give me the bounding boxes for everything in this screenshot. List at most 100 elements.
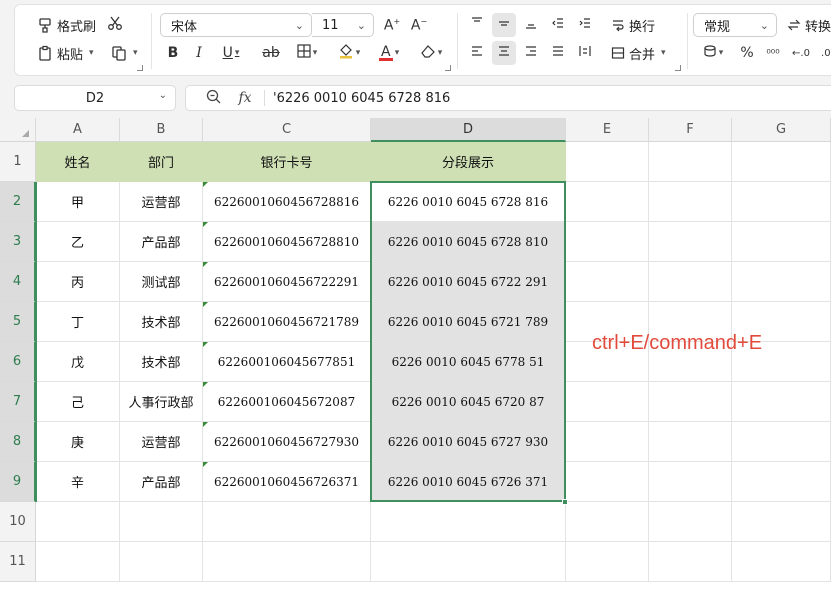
- fx-icon[interactable]: fx: [234, 90, 256, 106]
- wrap-text-button[interactable]: 换行: [607, 13, 659, 37]
- cell-b2[interactable]: 运营部: [120, 182, 203, 222]
- cell-c5[interactable]: 6226001060456721789: [203, 302, 371, 342]
- cell-f2[interactable]: [649, 182, 732, 222]
- cell-g9[interactable]: [732, 462, 831, 502]
- cell-d5[interactable]: 6226 0010 6045 6721 789: [371, 302, 566, 342]
- row-header-2[interactable]: 2: [0, 182, 36, 222]
- cell-c7[interactable]: 622600106045672087: [203, 382, 371, 422]
- increase-decimal-button[interactable]: ←.0: [789, 41, 813, 65]
- justify-button[interactable]: [546, 41, 570, 65]
- cell-c2[interactable]: 6226001060456728816: [203, 182, 371, 222]
- decrease-indent-button[interactable]: [546, 13, 570, 37]
- cell-e7[interactable]: [566, 382, 649, 422]
- cell-a11[interactable]: [36, 542, 120, 582]
- cell-a9[interactable]: 辛: [36, 462, 120, 502]
- fill-handle[interactable]: [562, 499, 568, 505]
- cell-e4[interactable]: [566, 262, 649, 302]
- increase-font-button[interactable]: A+: [380, 13, 404, 37]
- cell-b1[interactable]: 部门: [120, 142, 203, 182]
- cell-f1[interactable]: [649, 142, 732, 182]
- cell-b3[interactable]: 产品部: [120, 222, 203, 262]
- column-header-e[interactable]: E: [566, 118, 649, 142]
- cell-d11[interactable]: [371, 542, 566, 582]
- fill-color-button[interactable]: ▾: [331, 41, 367, 65]
- cell-e10[interactable]: [566, 502, 649, 542]
- cell-b5[interactable]: 技术部: [120, 302, 203, 342]
- strikethrough-button[interactable]: ab: [259, 41, 283, 65]
- copy-button[interactable]: ▾: [107, 41, 142, 65]
- select-all-corner[interactable]: [0, 118, 36, 142]
- underline-button[interactable]: U ▾: [219, 41, 243, 65]
- cell-g1[interactable]: [732, 142, 831, 182]
- align-center-button[interactable]: [492, 41, 516, 65]
- cell-d1[interactable]: 分段展示: [371, 142, 566, 182]
- merge-button[interactable]: 合并 ▾: [607, 41, 670, 65]
- cell-c4[interactable]: 6226001060456722291: [203, 262, 371, 302]
- cell-b10[interactable]: [120, 502, 203, 542]
- name-box[interactable]: D2 ⌄: [14, 85, 176, 111]
- cell-g4[interactable]: [732, 262, 831, 302]
- row-header-11[interactable]: 11: [0, 542, 36, 582]
- align-middle-button[interactable]: [492, 13, 516, 37]
- cell-d6[interactable]: 6226 0010 6045 6778 51: [371, 342, 566, 382]
- distribute-button[interactable]: [573, 41, 597, 65]
- cell-c11[interactable]: [203, 542, 371, 582]
- cell-g11[interactable]: [732, 542, 831, 582]
- cell-a1[interactable]: 姓名: [36, 142, 120, 182]
- cell-b11[interactable]: [120, 542, 203, 582]
- borders-button[interactable]: ▾: [289, 41, 325, 65]
- cell-d2[interactable]: 6226 0010 6045 6728 816: [371, 182, 566, 222]
- row-header-9[interactable]: 9: [0, 462, 36, 502]
- column-header-g[interactable]: G: [732, 118, 831, 142]
- cut-button[interactable]: [103, 13, 127, 37]
- column-header-d[interactable]: D: [371, 118, 566, 142]
- cell-a5[interactable]: 丁: [36, 302, 120, 342]
- cell-c1[interactable]: 银行卡号: [203, 142, 371, 182]
- cell-e9[interactable]: [566, 462, 649, 502]
- font-size-select[interactable]: 11 ⌄: [312, 13, 374, 37]
- alignment-dialog-launcher[interactable]: [675, 65, 681, 71]
- clear-format-button[interactable]: ▾: [413, 41, 449, 65]
- cell-a10[interactable]: [36, 502, 120, 542]
- column-header-c[interactable]: C: [203, 118, 371, 142]
- align-left-button[interactable]: [465, 41, 489, 65]
- font-color-button[interactable]: A ▾: [371, 41, 407, 65]
- align-right-button[interactable]: [519, 41, 543, 65]
- row-header-10[interactable]: 10: [0, 502, 36, 542]
- clipboard-dialog-launcher[interactable]: [137, 65, 143, 71]
- bold-button[interactable]: B: [161, 41, 185, 65]
- cell-a4[interactable]: 丙: [36, 262, 120, 302]
- cell-a2[interactable]: 甲: [36, 182, 120, 222]
- cell-a6[interactable]: 戊: [36, 342, 120, 382]
- cell-e2[interactable]: [566, 182, 649, 222]
- cell-d4[interactable]: 6226 0010 6045 6722 291: [371, 262, 566, 302]
- cell-g3[interactable]: [732, 222, 831, 262]
- formula-bar[interactable]: fx '6226 0010 6045 6728 816: [185, 85, 831, 111]
- increase-indent-button[interactable]: [573, 13, 597, 37]
- cell-g7[interactable]: [732, 382, 831, 422]
- cell-a8[interactable]: 庚: [36, 422, 120, 462]
- row-header-6[interactable]: 6: [0, 342, 36, 382]
- cell-f3[interactable]: [649, 222, 732, 262]
- column-header-b[interactable]: B: [120, 118, 203, 142]
- column-header-a[interactable]: A: [36, 118, 120, 142]
- cell-f4[interactable]: [649, 262, 732, 302]
- cell-d7[interactable]: 6226 0010 6045 6720 87: [371, 382, 566, 422]
- row-header-1[interactable]: 1: [0, 142, 36, 182]
- italic-button[interactable]: I: [187, 41, 211, 65]
- cell-e1[interactable]: [566, 142, 649, 182]
- cell-b8[interactable]: 运营部: [120, 422, 203, 462]
- cell-b4[interactable]: 测试部: [120, 262, 203, 302]
- number-format-select[interactable]: 常规 ⌄: [693, 13, 777, 37]
- cell-g8[interactable]: [732, 422, 831, 462]
- align-top-button[interactable]: [465, 13, 489, 37]
- column-header-f[interactable]: F: [649, 118, 732, 142]
- cell-g10[interactable]: [732, 502, 831, 542]
- format-painter-button[interactable]: 格式刷: [33, 13, 100, 37]
- cell-f11[interactable]: [649, 542, 732, 582]
- cell-c3[interactable]: 6226001060456728810: [203, 222, 371, 262]
- cell-f7[interactable]: [649, 382, 732, 422]
- convert-button[interactable]: 转换: [783, 13, 831, 37]
- align-bottom-button[interactable]: [519, 13, 543, 37]
- percent-button[interactable]: %: [735, 41, 759, 65]
